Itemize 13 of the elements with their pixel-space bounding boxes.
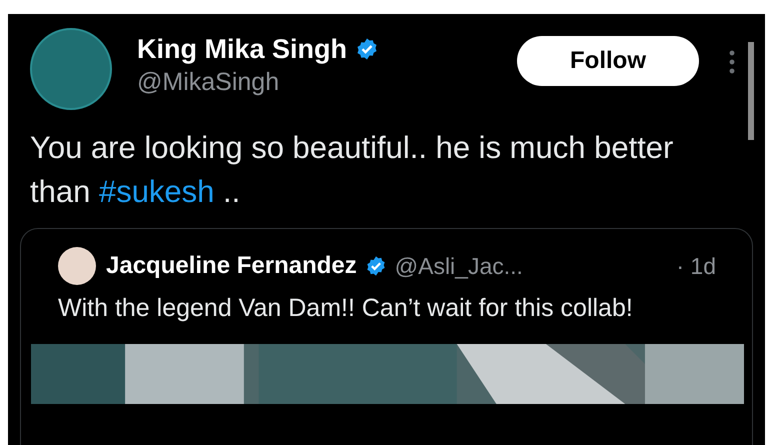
quoted-time: · 1d (676, 252, 716, 281)
author-name[interactable]: King Mika Singh (137, 32, 348, 66)
author-handle[interactable]: @MikaSingh (137, 66, 380, 98)
tweet-text: You are looking so beautiful.. he is much better than #sukesh .. (29, 129, 674, 211)
quoted-avatar[interactable] (58, 247, 96, 285)
quoted-text: With the legend Van Dam!! Can’t wait for this collab! (57, 293, 634, 324)
scrollbar[interactable] (748, 42, 754, 140)
quoted-author-handle: @Asli_Jac... (394, 252, 523, 281)
follow-button[interactable]: Follow (517, 36, 699, 86)
quoted-tweet-card[interactable]: Jacqueline Fernandez @Asli_Jac... · 1d With the legend Van Dam!! Can’t wait for this collab! (20, 228, 753, 445)
hashtag-link[interactable]: #sukesh (98, 174, 214, 209)
quoted-author-name[interactable]: Jacqueline Fernandez (106, 248, 357, 284)
more-options-icon[interactable] (729, 50, 735, 74)
